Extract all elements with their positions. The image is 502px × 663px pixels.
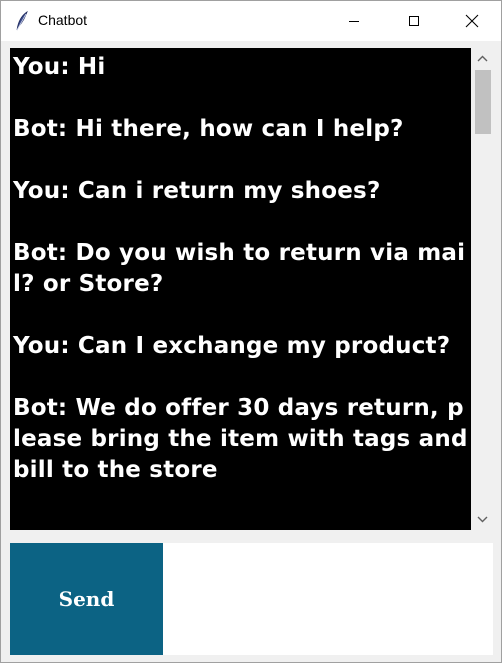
send-button[interactable]: Send [10,543,163,655]
chat-message: You: Hi [13,54,106,80]
feather-icon [13,10,29,31]
chat-message: Bot: Do you wish to return via mail? or … [13,240,466,297]
chat-log[interactable]: You: Hi Bot: Hi there, how can I help? Y… [10,48,471,530]
minimize-button[interactable] [331,1,377,41]
chat-message: You: Can i return my shoes? [13,178,381,204]
maximize-button[interactable] [391,1,437,41]
chat-message: Bot: Hi there, how can I help? [13,116,404,142]
chat-message: Bot: We do offer 30 days return, please … [13,395,468,483]
chat-message: You: Can I exchange my product? [13,333,451,359]
chatbot-window: Chatbot You: Hi Bot: Hi there, how can I… [0,0,502,663]
scroll-down-arrow-icon[interactable] [477,516,488,523]
maximize-icon [409,16,419,26]
chat-transcript: You: Hi Bot: Hi there, how can I help? Y… [10,48,471,486]
title-bar[interactable]: Chatbot [1,1,501,41]
chat-scrollbar[interactable] [471,48,494,530]
window-title: Chatbot [38,12,88,28]
minimize-icon [349,21,359,22]
scrollbar-thumb[interactable] [475,70,491,134]
close-button[interactable] [449,1,495,41]
scroll-up-arrow-icon[interactable] [477,55,488,62]
message-input[interactable] [163,543,493,655]
close-icon [465,14,479,28]
